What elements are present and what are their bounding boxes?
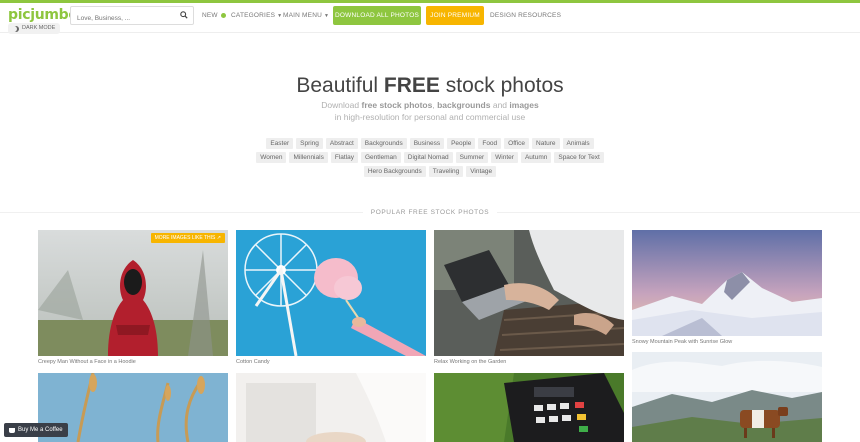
tag-winter[interactable]: Winter: [491, 152, 518, 163]
photo-cotton-candy[interactable]: [236, 230, 426, 356]
tag-abstract[interactable]: Abstract: [325, 138, 358, 149]
nav-new[interactable]: NEW: [202, 6, 226, 25]
nav-design-resources[interactable]: DESIGN RESOURCES: [490, 6, 561, 25]
photo-card-terminal-image: [434, 373, 624, 442]
photo-hoodie-image: [38, 230, 228, 356]
hero-sub-comma: ,: [432, 100, 435, 110]
photo-interior-image: [236, 373, 426, 442]
tag-space-for-text[interactable]: Space for Text: [554, 152, 604, 163]
tag-row: Easter Spring Abstract Backgrounds Busin…: [0, 138, 860, 149]
photo-card-terminal[interactable]: [434, 373, 624, 442]
nav-categories-label: CATEGORIES: [231, 12, 276, 19]
tag-office[interactable]: Office: [504, 138, 530, 149]
buy-me-a-coffee-label: Buy Me a Coffee: [18, 427, 63, 433]
chevron-down-icon: ▼: [324, 12, 330, 19]
hero-title-bold: FREE: [383, 74, 440, 97]
tag-people[interactable]: People: [447, 138, 476, 149]
photo-caption[interactable]: Snowy Mountain Peak with Sunrise Glow: [632, 339, 732, 345]
photo-interior[interactable]: [236, 373, 426, 442]
nav-new-label: NEW: [202, 12, 218, 19]
tag-spring[interactable]: Spring: [296, 138, 323, 149]
search-input[interactable]: [71, 10, 171, 27]
tag-easter[interactable]: Easter: [266, 138, 294, 149]
nav-main-menu-label: MAIN MENU: [283, 12, 322, 19]
tag-gentleman[interactable]: Gentleman: [360, 152, 401, 163]
photo-hoodie[interactable]: MORE IMAGES LIKE THIS ↗: [38, 230, 228, 356]
tag-business[interactable]: Business: [409, 138, 445, 149]
hero-title-prefix: Beautiful: [296, 74, 379, 97]
hero-sub-line2: in high-resolution for personal and comm…: [334, 112, 526, 122]
tag-backgrounds[interactable]: Backgrounds: [360, 138, 407, 149]
photo-relax-working-image: [434, 230, 624, 356]
tag-food[interactable]: Food: [478, 138, 502, 149]
tag-traveling[interactable]: Traveling: [428, 166, 464, 177]
tag-autumn[interactable]: Autumn: [520, 152, 552, 163]
coffee-cup-icon: [9, 427, 15, 433]
new-indicator-dot: [220, 13, 226, 18]
nav-main-menu[interactable]: MAIN MENU ▼: [283, 6, 329, 25]
chevron-down-icon: ▼: [277, 12, 283, 19]
photo-caption[interactable]: Creepy Man Without a Face in a Hoodie: [38, 359, 136, 365]
hero-sub-text: Download: [321, 100, 360, 110]
photo-cotton-candy-image: [236, 230, 426, 356]
tag-row: Hero Backgrounds Traveling Vintage: [0, 166, 860, 177]
hero-subtitle: Download free stock photos, backgrounds …: [0, 99, 860, 123]
photo-snowy-mountain-image: [632, 230, 822, 336]
more-images-like-this-badge[interactable]: MORE IMAGES LIKE THIS ↗: [150, 233, 225, 243]
hero-sub-text: and: [492, 100, 508, 110]
download-all-button[interactable]: DOWNLOAD ALL PHOTOS: [333, 6, 421, 25]
tag-hero-backgrounds[interactable]: Hero Backgrounds: [363, 166, 426, 177]
photo-snowy-mountain[interactable]: [632, 230, 822, 336]
tag-row: Women Millennials Flatlay Gentleman Digi…: [0, 152, 860, 163]
tag-flatlay[interactable]: Flatlay: [330, 152, 358, 163]
photo-caption[interactable]: Relax Working on the Garden: [434, 359, 506, 365]
nav-categories[interactable]: CATEGORIES ▼: [231, 6, 282, 25]
tag-nature[interactable]: Nature: [532, 138, 560, 149]
search-box: [70, 6, 194, 27]
hero-sub-link[interactable]: free stock photos: [361, 100, 432, 110]
hero-title: Beautiful FREE stock photos: [0, 74, 860, 98]
tag-summer[interactable]: Summer: [455, 152, 489, 163]
tag-animals[interactable]: Animals: [562, 138, 594, 149]
site-logo[interactable]: picjumbo: [8, 7, 78, 23]
photo-cow-mountains[interactable]: [632, 352, 822, 442]
section-title: POPULAR FREE STOCK PHOTOS: [0, 209, 860, 216]
tag-vintage[interactable]: Vintage: [466, 166, 497, 177]
tag-digital-nomad[interactable]: Digital Nomad: [403, 152, 453, 163]
photo-caption[interactable]: Cotton Candy: [236, 359, 270, 365]
section-title-text: POPULAR FREE STOCK PHOTOS: [362, 209, 498, 216]
tag-millennials[interactable]: Millennials: [289, 152, 328, 163]
dark-mode-label: DARK MODE: [22, 25, 56, 31]
moon-icon: [13, 26, 19, 32]
hero-sub-link[interactable]: backgrounds: [437, 100, 490, 110]
hero-sub-link[interactable]: images: [509, 100, 538, 110]
search-icon[interactable]: [180, 11, 188, 19]
join-premium-button[interactable]: JOIN PREMIUM: [426, 6, 484, 25]
tag-women[interactable]: Women: [256, 152, 287, 163]
dark-mode-toggle[interactable]: DARK MODE: [8, 23, 61, 34]
photo-cow-mountains-image: [632, 352, 822, 442]
hero-title-suffix: stock photos: [445, 74, 564, 97]
buy-me-a-coffee-button[interactable]: Buy Me a Coffee: [4, 423, 68, 437]
badge-label: MORE IMAGES LIKE THIS: [154, 235, 216, 241]
photo-relax-working[interactable]: [434, 230, 624, 356]
